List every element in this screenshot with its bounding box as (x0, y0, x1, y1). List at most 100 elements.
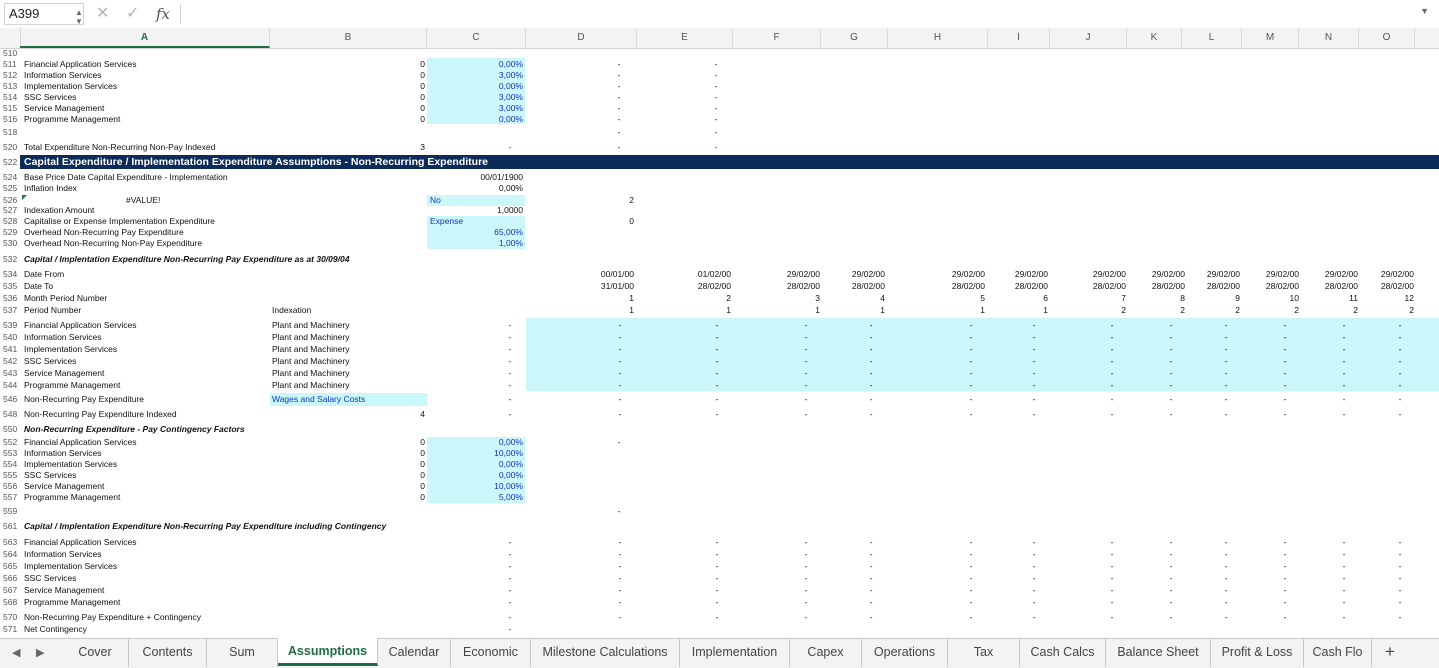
period-cell[interactable]: - (709, 393, 725, 406)
period-cell[interactable]: - (1392, 355, 1408, 367)
period-cell[interactable]: 1 (660, 304, 731, 316)
period-cell[interactable]: - (798, 319, 814, 331)
period-cell[interactable]: - (1104, 584, 1120, 596)
row-label[interactable]: Information Services (24, 448, 101, 459)
period-cell[interactable]: 28/02/00 (760, 280, 820, 292)
period-cell[interactable]: - (1163, 560, 1179, 572)
period-cell[interactable]: - (863, 331, 879, 343)
row-number[interactable]: 514 (0, 92, 25, 103)
cell-c[interactable]: 3,00% (430, 70, 523, 81)
row-number[interactable]: 566 (0, 572, 25, 584)
cell-d[interactable]: - (606, 59, 632, 70)
sheet-tab-implementation[interactable]: Implementation (680, 639, 790, 667)
period-cell[interactable]: - (1104, 596, 1120, 608)
cell-c[interactable]: - (500, 367, 520, 379)
row-number[interactable]: 542 (0, 355, 25, 367)
column-header-c[interactable]: C (427, 28, 526, 48)
sheet-tab-assumptions[interactable]: Assumptions (278, 638, 378, 666)
period-cell[interactable]: 29/02/00 (830, 268, 885, 280)
sheet-tab-tax[interactable]: Tax (948, 639, 1020, 667)
period-cell[interactable]: - (963, 584, 979, 596)
sheet-tab-operations[interactable]: Operations (862, 639, 948, 667)
period-cell[interactable]: - (709, 355, 725, 367)
row-label[interactable]: SSC Services (24, 92, 76, 103)
row-label[interactable]: Capitalise or Expense Implementation Exp… (24, 216, 215, 227)
period-cell[interactable]: - (1026, 584, 1042, 596)
cell-c[interactable]: 0,00% (430, 59, 523, 70)
period-cell[interactable]: - (1026, 331, 1042, 343)
period-cell[interactable]: - (863, 379, 879, 391)
row-number[interactable]: 563 (0, 536, 25, 548)
row-label[interactable]: Non-Recurring Pay Expenditure (24, 393, 144, 406)
period-cell[interactable]: - (1336, 319, 1352, 331)
period-cell[interactable]: - (1218, 331, 1234, 343)
row-label[interactable]: Programme Management (24, 114, 120, 125)
row-number[interactable]: 539 (0, 319, 25, 331)
cell-b[interactable]: 0 (380, 448, 425, 459)
period-cell[interactable]: - (612, 611, 628, 623)
period-cell[interactable]: - (1026, 596, 1042, 608)
period-cell[interactable]: - (1218, 319, 1234, 331)
period-cell[interactable]: - (798, 536, 814, 548)
row-number[interactable]: 516 (0, 114, 25, 125)
period-cell[interactable]: - (1277, 379, 1293, 391)
sheet-tab-calendar[interactable]: Calendar (378, 639, 451, 667)
sheet-tab-cover[interactable]: Cover (62, 639, 129, 667)
period-cell[interactable]: - (1026, 408, 1042, 421)
row-number[interactable]: 546 (0, 393, 25, 406)
period-cell[interactable]: - (709, 343, 725, 355)
period-cell[interactable]: 29/02/00 (760, 268, 820, 280)
period-cell[interactable]: - (963, 611, 979, 623)
period-cell[interactable]: - (709, 408, 725, 421)
section-subtitle[interactable]: Capital / Implentation Expenditure Non-R… (24, 253, 349, 265)
period-cell[interactable]: - (1392, 367, 1408, 379)
period-cell[interactable]: - (863, 536, 879, 548)
row-number[interactable]: 548 (0, 408, 25, 421)
period-cell[interactable]: - (963, 548, 979, 560)
cell-d[interactable]: - (606, 114, 632, 125)
period-cell[interactable]: - (1218, 548, 1234, 560)
row-label[interactable]: Service Management (24, 103, 104, 114)
period-cell[interactable]: - (1336, 611, 1352, 623)
period-cell[interactable]: - (798, 548, 814, 560)
cell-b[interactable]: Plant and Machinery (272, 343, 350, 355)
period-cell[interactable]: 4 (830, 292, 885, 304)
row-number[interactable]: 554 (0, 459, 25, 470)
row-number[interactable]: 543 (0, 367, 25, 379)
row-number[interactable]: 565 (0, 560, 25, 572)
cell-c[interactable]: - (500, 141, 520, 153)
cell-e[interactable]: - (703, 114, 729, 125)
period-cell[interactable]: 29/02/00 (1070, 268, 1126, 280)
column-header-b[interactable]: B (270, 28, 427, 48)
row-number[interactable]: 525 (0, 183, 25, 194)
period-cell[interactable]: - (709, 319, 725, 331)
period-cell[interactable]: - (1026, 548, 1042, 560)
cell-b[interactable]: Plant and Machinery (272, 331, 350, 343)
period-cell[interactable]: 9 (1185, 292, 1240, 304)
period-cell[interactable]: 1 (560, 292, 634, 304)
period-cell[interactable]: - (1104, 572, 1120, 584)
cell-d[interactable]: - (606, 126, 632, 139)
period-cell[interactable]: 28/02/00 (1360, 280, 1414, 292)
row-number[interactable]: 535 (0, 280, 25, 292)
period-cell[interactable]: - (1218, 596, 1234, 608)
period-cell[interactable]: - (863, 408, 879, 421)
row-number[interactable]: 532 (0, 253, 25, 265)
row-label[interactable]: Non-Recurring Pay Expenditure Indexed (24, 408, 177, 421)
period-cell[interactable]: - (863, 319, 879, 331)
period-cell[interactable]: - (1277, 572, 1293, 584)
period-cell[interactable]: 10 (1240, 292, 1299, 304)
period-cell[interactable]: - (1104, 536, 1120, 548)
cell-b[interactable]: Indexation (272, 304, 311, 316)
cell-c[interactable]: 65,00% (430, 227, 523, 238)
period-cell[interactable]: - (709, 536, 725, 548)
period-cell[interactable]: - (798, 331, 814, 343)
cell-b[interactable]: Wages and Salary Costs (272, 393, 365, 406)
cell-b[interactable]: 0 (380, 103, 425, 114)
period-cell[interactable]: - (798, 572, 814, 584)
period-cell[interactable]: - (1336, 536, 1352, 548)
period-cell[interactable]: - (1392, 596, 1408, 608)
cell-c[interactable]: 10,00% (430, 448, 523, 459)
period-cell[interactable]: - (612, 343, 628, 355)
period-cell[interactable]: - (1163, 393, 1179, 406)
